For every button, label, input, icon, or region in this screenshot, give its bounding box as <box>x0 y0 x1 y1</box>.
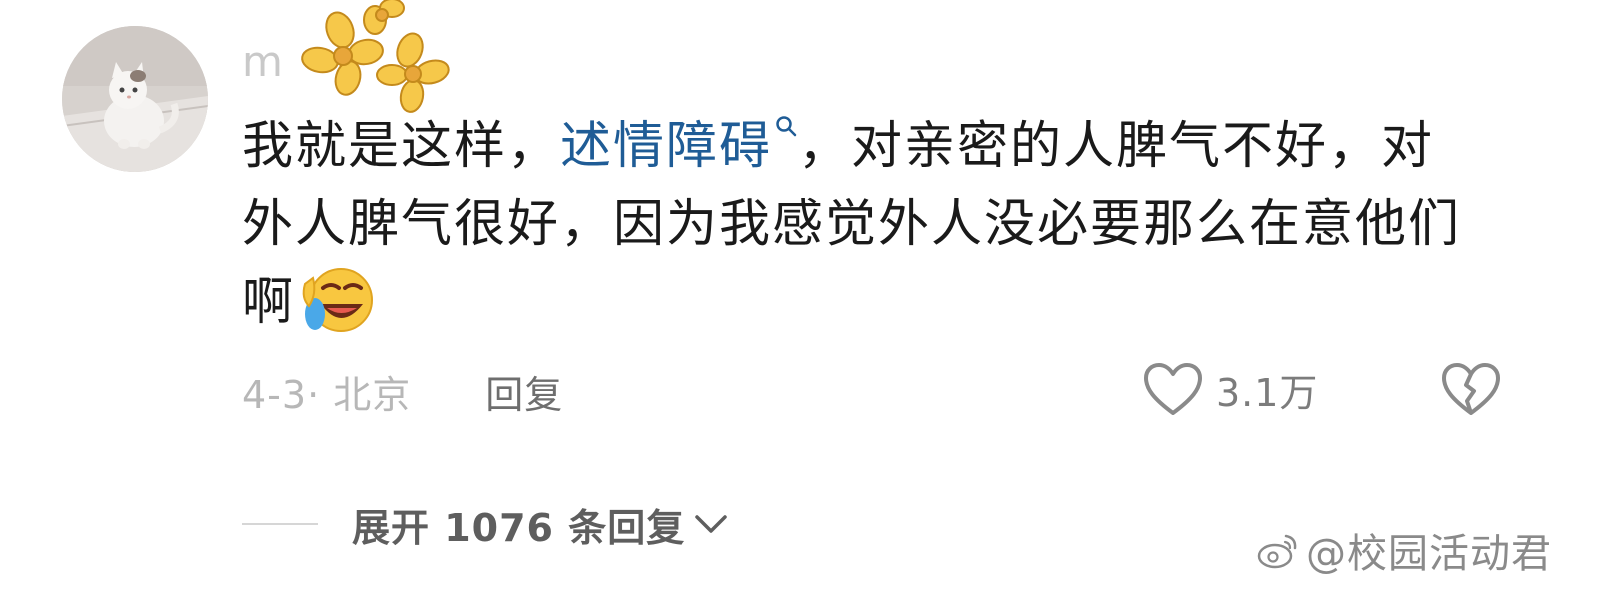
expand-replies-label: 展开 1076 条回复 <box>352 505 686 550</box>
like-button[interactable]: 3.1万 <box>1142 354 1318 424</box>
comment-screenshot: m 我就是这样，述情障碍 ，对亲密的人脾气不好，对外人脾气很好，因为我感觉外人没… <box>0 0 1604 600</box>
watermark-text: @校园活动君 <box>1306 531 1552 577</box>
date-location: 4-3· 北京 <box>242 372 412 417</box>
username[interactable]: m <box>242 36 284 88</box>
broken-heart-icon <box>1442 363 1500 415</box>
heart-icon <box>1144 363 1202 415</box>
dislike-button[interactable] <box>1436 354 1506 424</box>
avatar[interactable] <box>62 26 208 172</box>
divider <box>242 523 318 525</box>
comment-text: 我就是这样，述情障碍 ，对亲密的人脾气不好，对外人脾气很好，因为我感觉外人没必要… <box>242 108 1462 342</box>
like-count: 3.1万 <box>1216 370 1319 415</box>
comment-meta: 4-3· 北京 回复 <box>242 364 563 418</box>
search-icon[interactable] <box>774 114 798 138</box>
weibo-watermark: @校园活动君 <box>1256 524 1552 577</box>
comment-text-before: 我就是这样， <box>242 117 561 176</box>
cat-avatar-image <box>62 26 208 172</box>
weibo-logo-icon <box>1257 534 1297 569</box>
expand-replies-button[interactable]: 展开 1076 条回复 <box>242 494 729 554</box>
flower-sticker-icon <box>301 0 450 113</box>
laughing-crying-emoji-icon <box>302 268 374 332</box>
chevron-down-icon <box>695 515 727 533</box>
keyword-search-link[interactable]: 述情障碍 <box>560 117 772 176</box>
reply-button[interactable]: 回复 <box>485 364 563 419</box>
